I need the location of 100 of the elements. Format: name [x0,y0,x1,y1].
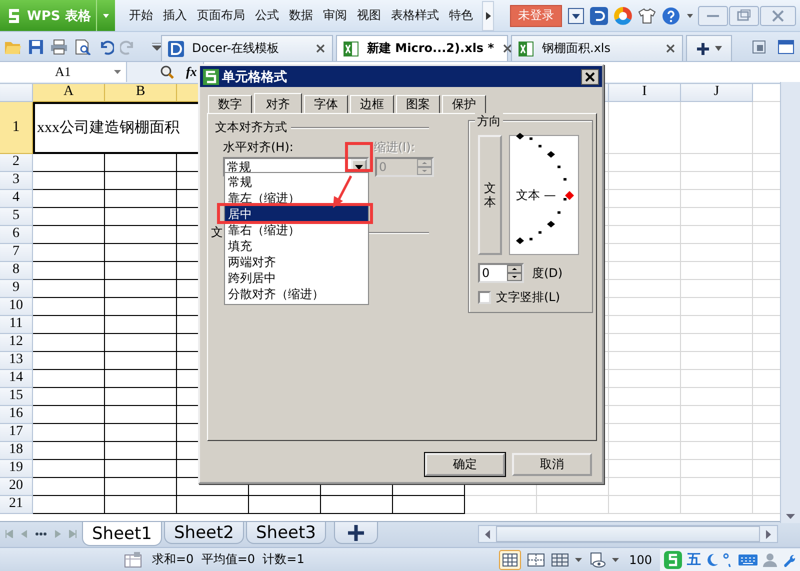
row-header[interactable]: 4 [0,190,33,208]
sheet-icon[interactable] [124,552,142,568]
table-cell[interactable] [33,478,105,496]
dialog-tab[interactable]: 边框 [350,95,394,113]
table-cell[interactable] [33,460,105,478]
row-header[interactable]: 21 [0,496,33,514]
document-tab[interactable]: 新建 Micro...2).xls * [336,35,508,61]
table-cell[interactable] [105,352,177,370]
row-header[interactable]: 7 [0,244,33,262]
table-cell[interactable] [105,460,177,478]
dialog-tab[interactable]: 字体 [304,95,348,113]
close-icon[interactable] [315,43,326,54]
column-header[interactable]: B [105,84,177,102]
caret-icon[interactable] [686,12,694,18]
table-cell[interactable] [105,262,177,280]
page-layout-icon[interactable] [551,552,570,567]
ime-logo-icon[interactable] [664,550,682,569]
dropdown-option[interactable]: 常规 [225,174,368,190]
row-header[interactable]: 20 [0,478,33,496]
menu-item[interactable]: 特色 [444,7,478,24]
row-header[interactable]: 19 [0,460,33,478]
color-circle-icon[interactable] [614,6,632,24]
input-mode[interactable]: 五 [687,550,701,569]
row-header[interactable]: 1 [0,102,33,154]
table-cell[interactable] [33,442,105,460]
menu-item[interactable]: 数据 [284,7,318,24]
close-icon[interactable] [502,43,514,54]
table-cell[interactable] [177,496,249,514]
dropdown-option[interactable]: 分散对齐（缩进） [225,286,368,302]
help-icon[interactable] [662,6,680,24]
moon-icon[interactable] [706,552,718,567]
table-cell[interactable] [105,226,177,244]
table-cell[interactable] [33,496,105,514]
menu-dropdown[interactable] [96,0,115,31]
table-cell[interactable] [33,388,105,406]
restore-icon[interactable] [729,6,759,26]
table-cell[interactable] [33,280,105,298]
table-cell[interactable] [249,496,321,514]
close-icon[interactable] [581,68,599,84]
table-cell[interactable] [105,424,177,442]
layout-icon[interactable] [778,40,794,54]
table-cell[interactable] [33,226,105,244]
table-cell[interactable] [33,370,105,388]
close-icon[interactable] [665,43,676,54]
table-cell[interactable] [105,388,177,406]
table-cell[interactable] [105,406,177,424]
menu-item[interactable]: 表格样式 [386,7,444,24]
dropdown-option[interactable]: 靠右（缩进） [225,222,368,238]
table-cell[interactable] [393,496,465,514]
orientation-dial[interactable]: 文本 — [509,135,579,255]
document-tab[interactable]: 钢棚面积.xls [511,35,683,61]
search-icon[interactable] [160,65,174,80]
dropdown-option[interactable]: 跨列居中 [225,270,368,286]
row-header[interactable]: 2 [0,154,33,172]
punctuation-icon[interactable] [723,552,733,567]
table-cell[interactable] [33,334,105,352]
table-cell[interactable] [105,316,177,334]
table-cell[interactable] [105,190,177,208]
caret-icon[interactable] [152,42,162,50]
vertical-text-button[interactable]: 文本 [478,135,502,255]
dialog-tab[interactable]: 图案 [396,95,440,113]
document-tab[interactable]: Docer-在线模板 [161,35,333,61]
caret-icon[interactable] [612,558,620,562]
row-header[interactable]: 6 [0,226,33,244]
scroll-button[interactable] [482,0,494,30]
row-header[interactable]: 8 [0,262,33,280]
table-cell[interactable] [33,244,105,262]
row-header[interactable]: 17 [0,424,33,442]
table-cell[interactable] [105,334,177,352]
column-header[interactable]: A [33,84,105,102]
dial-pointer-icon[interactable] [565,191,574,200]
save-icon[interactable] [28,38,44,54]
table-cell[interactable] [33,298,105,316]
table-cell[interactable] [321,496,393,514]
scroll-thumb[interactable] [496,526,760,542]
left-arrow-icon[interactable] [485,530,490,539]
sheet-tab[interactable]: Sheet2 [164,522,244,544]
refresh-icon[interactable] [590,6,608,24]
column-header[interactable]: J [681,84,753,102]
table-cell[interactable] [33,154,105,172]
row-header[interactable]: 13 [0,352,33,370]
row-header[interactable]: 5 [0,208,33,226]
column-header[interactable]: I [609,84,681,102]
table-cell[interactable] [105,478,177,496]
dialog-button[interactable]: 取消 [512,453,592,476]
menu-item[interactable]: 审阅 [318,7,352,24]
table-cell[interactable] [33,208,105,226]
table-cell[interactable] [105,496,177,514]
table-cell[interactable] [33,262,105,280]
table-cell[interactable] [33,172,105,190]
row-header[interactable]: 14 [0,370,33,388]
zoom-level[interactable]: 100 [629,552,652,567]
dialog-button[interactable]: 确定 [425,453,505,476]
table-cell[interactable] [33,352,105,370]
window-icon[interactable] [752,40,766,54]
undo-icon[interactable] [98,38,114,54]
menu-item[interactable]: 开始 [124,7,158,24]
horizontal-scrollbar[interactable] [478,525,778,544]
function-button[interactable]: fx [186,64,197,80]
table-cell[interactable] [105,442,177,460]
